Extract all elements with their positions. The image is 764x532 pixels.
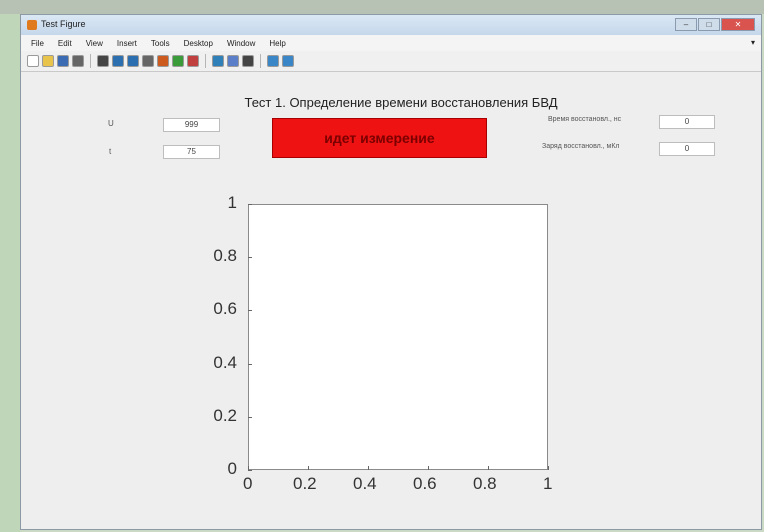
- menu-edit[interactable]: Edit: [58, 39, 72, 48]
- show-plot-tools-icon[interactable]: [282, 55, 294, 67]
- matlab-app-icon: [27, 20, 37, 30]
- x-tick-label: 0.2: [293, 474, 317, 493]
- print-icon[interactable]: [72, 55, 84, 67]
- x-tick-mark: [488, 466, 489, 470]
- brush-icon[interactable]: [187, 55, 199, 67]
- menu-overflow-arrow[interactable]: ▾: [751, 38, 755, 47]
- colorbar-icon[interactable]: [227, 55, 239, 67]
- recovery-time-label: Время восстановл., нс: [548, 116, 622, 123]
- zoom-in-icon[interactable]: [112, 55, 124, 67]
- recovery-charge-field[interactable]: 0: [659, 142, 715, 156]
- menu-file[interactable]: File: [31, 39, 44, 48]
- y-tick-label: 0.2: [213, 405, 237, 425]
- open-folder-icon[interactable]: [42, 55, 54, 67]
- y-tick-label: 1: [227, 193, 237, 212]
- save-icon[interactable]: [57, 55, 69, 67]
- y-tick-mark: [248, 416, 252, 418]
- t-field[interactable]: 75: [163, 145, 220, 159]
- y-tick-mark: [248, 204, 252, 205]
- plot-axes[interactable]: [248, 204, 548, 470]
- toolbar-separator: [260, 54, 261, 68]
- new-file-icon[interactable]: [27, 55, 39, 67]
- y-tick-mark: [248, 310, 252, 312]
- hide-plot-tools-icon[interactable]: [267, 55, 279, 67]
- y-tick-mark: [248, 363, 252, 365]
- title-bar[interactable]: Test Figure – □ ✕: [21, 15, 761, 36]
- close-button[interactable]: ✕: [721, 18, 755, 31]
- maximize-button[interactable]: □: [698, 18, 720, 31]
- menu-bar: File Edit View Insert Tools Desktop Wind…: [21, 35, 761, 51]
- desktop-background: [0, 0, 764, 14]
- y-tick-label: 0.4: [213, 352, 237, 372]
- menu-window[interactable]: Window: [227, 39, 255, 48]
- toolbar-separator: [90, 54, 91, 68]
- x-tick-mark: [308, 466, 309, 470]
- pointer-icon[interactable]: [97, 55, 109, 67]
- link-icon[interactable]: [212, 55, 224, 67]
- u-label: U: [108, 119, 114, 128]
- x-tick-mark: [368, 466, 369, 470]
- y-tick-mark: [248, 470, 252, 471]
- menu-tools[interactable]: Tools: [151, 39, 170, 48]
- y-tick-label: 0.6: [213, 299, 237, 319]
- figure-toolbar: [21, 51, 761, 72]
- x-tick-label: 0.8: [473, 474, 497, 493]
- x-tick-mark: [248, 466, 249, 470]
- y-tick-label: 0.8: [213, 246, 237, 266]
- rotate-icon[interactable]: [157, 55, 169, 67]
- legend-icon[interactable]: [242, 55, 254, 67]
- t-label: t: [109, 147, 112, 156]
- figure-title: Тест 1. Определение времени восстановлен…: [244, 95, 558, 110]
- menu-insert[interactable]: Insert: [117, 39, 137, 48]
- menu-view[interactable]: View: [86, 39, 103, 48]
- menu-desktop[interactable]: Desktop: [184, 39, 213, 48]
- figure-window: Test Figure – □ ✕ File Edit View Insert …: [20, 14, 762, 530]
- zoom-out-icon[interactable]: [127, 55, 139, 67]
- x-tick-label: 0.6: [413, 474, 437, 493]
- u-field[interactable]: 999: [163, 118, 220, 132]
- x-tick-label: 0: [243, 474, 253, 493]
- x-tick-mark: [548, 466, 549, 470]
- recovery-time-field[interactable]: 0: [659, 115, 715, 129]
- y-tick-label: 0: [227, 459, 237, 478]
- y-tick-mark: [248, 257, 252, 259]
- x-tick-label: 1: [543, 474, 553, 493]
- measurement-status-button[interactable]: идет измерение: [272, 118, 487, 158]
- data-cursor-icon[interactable]: [172, 55, 184, 67]
- recovery-charge-label: Заряд восстановл., мКл: [542, 143, 620, 150]
- window-title: Test Figure: [41, 19, 86, 29]
- toolbar-separator: [205, 54, 206, 68]
- desktop-background-left: [0, 14, 20, 532]
- x-tick-label: 0.4: [353, 474, 377, 493]
- menu-help[interactable]: Help: [269, 39, 285, 48]
- x-tick-mark: [428, 466, 429, 470]
- pan-icon[interactable]: [142, 55, 154, 67]
- minimize-button[interactable]: –: [675, 18, 697, 31]
